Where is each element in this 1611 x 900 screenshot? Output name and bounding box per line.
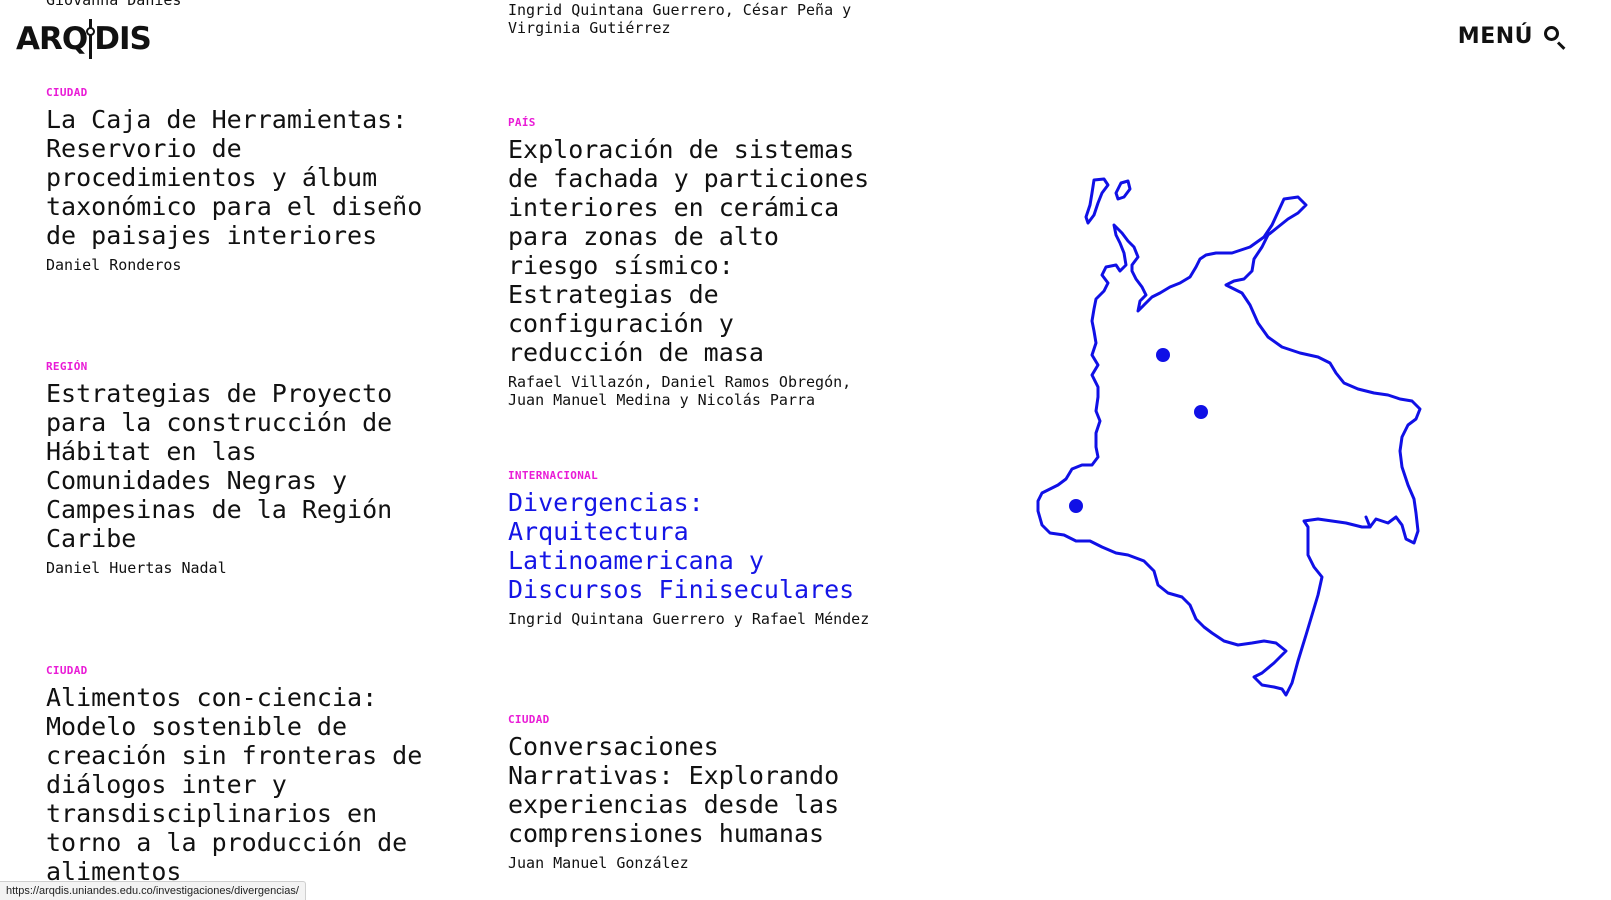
research-authors: Juan Manuel González xyxy=(508,854,689,872)
research-title[interactable]: Alimentos con-ciencia: Modelo sostenible… xyxy=(46,683,426,886)
research-authors: Daniel Ronderos xyxy=(46,256,182,274)
research-item[interactable]: PAÍS Exploración de sistemas de fachada … xyxy=(508,116,878,409)
island-outline xyxy=(1114,179,1132,201)
research-item[interactable]: CIUDAD La Caja de Herramientas: Reservor… xyxy=(46,86,426,274)
research-item[interactable]: CIUDAD Alimentos con-ciencia: Modelo sos… xyxy=(46,664,426,886)
research-authors: Ingrid Quintana Guerrero y Rafael Méndez xyxy=(508,610,870,628)
map-marker xyxy=(1156,348,1170,362)
menu-button[interactable]: MENÚ xyxy=(1458,24,1567,49)
research-item[interactable]: INTERNACIONAL Divergencias: Arquitectura… xyxy=(508,469,878,628)
category-label: REGIÓN xyxy=(46,360,88,373)
island-outline xyxy=(1084,177,1110,225)
map-marker xyxy=(1069,499,1083,513)
browser-status-bar: https://arqdis.uniandes.edu.co/investiga… xyxy=(0,881,306,900)
category-label: CIUDAD xyxy=(46,664,88,677)
menu-label: MENÚ xyxy=(1457,24,1533,49)
research-title-link[interactable]: Divergencias: Arquitectura Latinoamerica… xyxy=(508,488,878,604)
colombia-map xyxy=(1036,177,1422,697)
country-outline xyxy=(1036,195,1422,697)
map-marker xyxy=(1194,405,1208,419)
logo-text-right: DIS xyxy=(94,21,152,57)
category-label: INTERNACIONAL xyxy=(508,469,598,482)
category-label: PAÍS xyxy=(508,116,536,129)
research-item[interactable]: CIUDAD Conversaciones Narrativas: Explor… xyxy=(508,713,878,872)
logo-separator xyxy=(86,19,96,59)
research-title[interactable]: Exploración de sistemas de fachada y par… xyxy=(508,135,878,367)
category-label: CIUDAD xyxy=(46,86,88,99)
research-item[interactable]: REGIÓN Estrategias de Proyecto para la c… xyxy=(46,360,426,577)
cut-off-authors-col2: Ingrid Quintana Guerrero, César Peña y V… xyxy=(508,1,852,37)
research-title[interactable]: Estrategias de Proyecto para la construc… xyxy=(46,379,426,553)
research-authors: Rafael Villazón, Daniel Ramos Obregón, J… xyxy=(508,373,852,409)
cut-off-authors-col1: Giovanna Danies xyxy=(46,0,182,9)
research-title[interactable]: Conversaciones Narrativas: Explorando ex… xyxy=(508,732,878,848)
arqdis-logo[interactable]: ARQ DIS xyxy=(16,18,152,60)
search-icon[interactable] xyxy=(1543,25,1567,49)
research-authors: Daniel Huertas Nadal xyxy=(46,559,227,577)
category-label: CIUDAD xyxy=(508,713,550,726)
logo-text-left: ARQ xyxy=(16,21,88,57)
research-title[interactable]: La Caja de Herramientas: Reservorio de p… xyxy=(46,105,426,250)
